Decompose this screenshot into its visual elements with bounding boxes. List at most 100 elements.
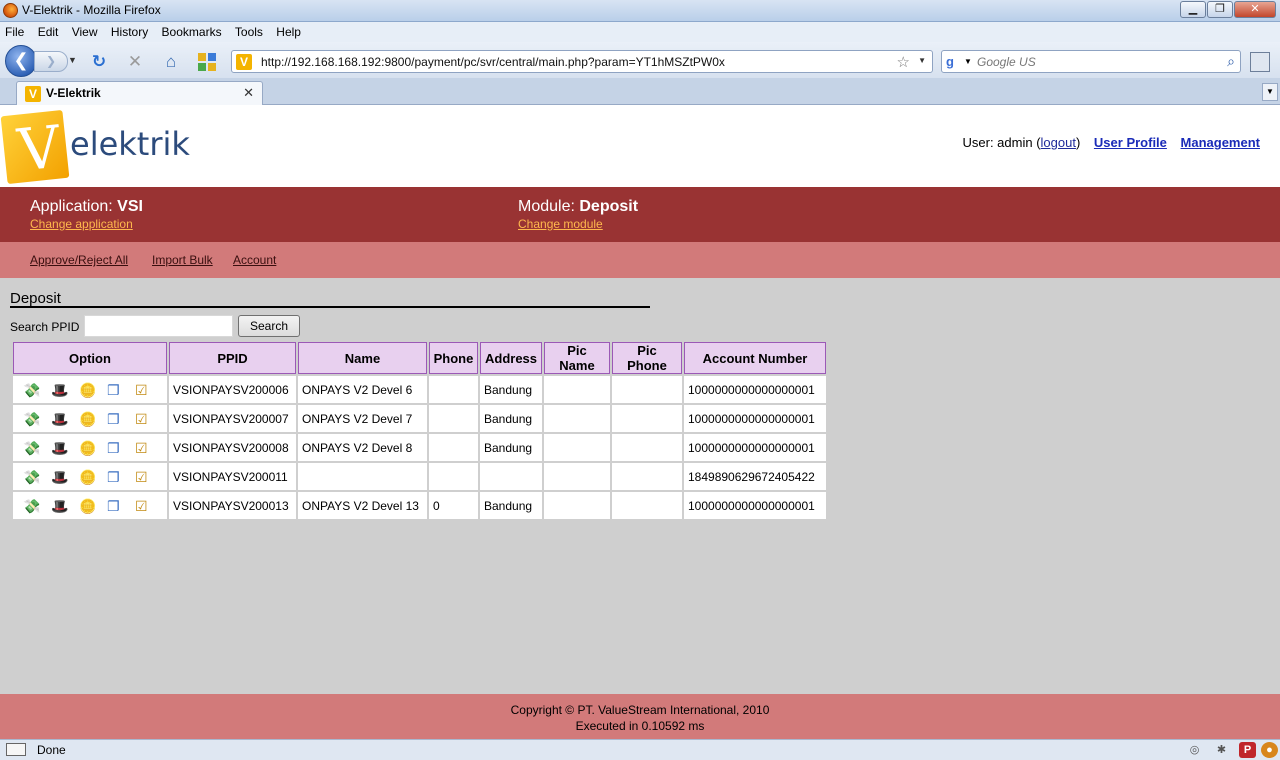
search-button[interactable]: Search: [238, 315, 300, 337]
header-name: Name: [298, 342, 427, 374]
tab-title: V-Elektrik: [46, 86, 101, 100]
history-dropdown-icon[interactable]: ▼: [68, 55, 77, 65]
search-placeholder[interactable]: Google US: [977, 55, 1036, 69]
close-window-button[interactable]: ✕: [1234, 1, 1276, 18]
menu-help[interactable]: Help: [271, 22, 306, 39]
coins-icon[interactable]: 🪙: [79, 497, 107, 515]
reload-icon[interactable]: ↻: [89, 52, 109, 72]
address-bar[interactable]: V http://192.168.168.192:9800/payment/pc…: [231, 50, 933, 73]
menu-tools[interactable]: Tools: [230, 22, 268, 39]
management-link[interactable]: Management: [1181, 135, 1260, 150]
navigation-toolbar: ❮ ❯ ▼ ↻ ✕ ⌂ V http://192.168.168.192:980…: [0, 42, 1280, 78]
table-header-row: Option PPID Name Phone Address Pic Name …: [13, 342, 826, 374]
money-icon[interactable]: 💸: [23, 410, 51, 428]
user-profile-link[interactable]: User Profile: [1094, 135, 1167, 150]
wizard-hat-icon[interactable]: 🎩: [51, 410, 79, 428]
back-icon[interactable]: ❮: [5, 45, 37, 77]
checkbox-icon[interactable]: ☑: [135, 497, 163, 515]
phone-cell: 0: [429, 492, 478, 519]
bookmark-star-icon[interactable]: ☆: [897, 53, 910, 71]
application-info: Application: VSI Change application: [30, 198, 143, 231]
tab-list-icon[interactable]: ▼: [1262, 83, 1278, 101]
copy-icon[interactable]: ❐: [107, 410, 135, 428]
menu-view[interactable]: View: [67, 22, 103, 39]
option-cell: 💸 🎩 🪙 ❐ ☑: [13, 492, 167, 519]
table-row: 💸 🎩 🪙 ❐ ☑ VSIONPAYSV200008 ONPAYS V2 Dev…: [13, 434, 826, 461]
stop-icon[interactable]: ✕: [125, 52, 145, 72]
address-cell: Bandung: [480, 492, 542, 519]
checkbox-icon[interactable]: ☑: [135, 439, 163, 457]
change-application-link[interactable]: Change application: [30, 217, 143, 231]
wizard-hat-icon[interactable]: 🎩: [51, 439, 79, 457]
search-engine-dropdown-icon[interactable]: ▼: [964, 57, 972, 66]
page-footer: Copyright © PT. ValueStream Internationa…: [0, 694, 1280, 739]
coins-icon[interactable]: 🪙: [79, 468, 107, 486]
forward-icon[interactable]: ❯: [34, 51, 68, 72]
checkbox-icon[interactable]: ☑: [135, 468, 163, 486]
checkbox-icon[interactable]: ☑: [135, 381, 163, 399]
money-icon[interactable]: 💸: [23, 497, 51, 515]
name-cell: ONPAYS V2 Devel 8: [298, 434, 427, 461]
checkbox-icon[interactable]: ☑: [135, 410, 163, 428]
copy-icon[interactable]: ❐: [107, 381, 135, 399]
wizard-hat-icon[interactable]: 🎩: [51, 497, 79, 515]
option-cell: 💸 🎩 🪙 ❐ ☑: [13, 434, 167, 461]
name-cell: ONPAYS V2 Devel 7: [298, 405, 427, 432]
address-cell: Bandung: [480, 405, 542, 432]
approve-reject-all-link[interactable]: Approve/Reject All: [30, 253, 128, 267]
money-icon[interactable]: 💸: [23, 381, 51, 399]
tab-close-icon[interactable]: ✕: [243, 85, 254, 101]
coins-icon[interactable]: 🪙: [79, 381, 107, 399]
copyright-text: Copyright © PT. ValueStream Internationa…: [510, 703, 770, 717]
apps-grid-icon[interactable]: [197, 52, 217, 72]
coins-icon[interactable]: 🪙: [79, 439, 107, 457]
menu-history[interactable]: History: [106, 22, 153, 39]
ppid-cell: VSIONPAYSV200008: [169, 434, 296, 461]
coins-icon[interactable]: 🪙: [79, 410, 107, 428]
user-label-end: ): [1075, 135, 1081, 150]
address-cell: Bandung: [480, 434, 542, 461]
menu-edit[interactable]: Edit: [33, 22, 64, 39]
status-page-icon: [6, 743, 26, 756]
header-option: Option: [13, 342, 167, 374]
maximize-button[interactable]: ❐: [1207, 1, 1233, 18]
window-title: V-Elektrik - Mozilla Firefox: [22, 3, 161, 17]
google-icon[interactable]: g: [946, 54, 962, 70]
page-title: Deposit: [10, 290, 650, 308]
money-icon[interactable]: 💸: [23, 439, 51, 457]
logo-letter: V: [14, 112, 64, 185]
application-label: Application:: [30, 198, 113, 215]
minimize-button[interactable]: ▁: [1180, 1, 1206, 18]
import-bulk-link[interactable]: Import Bulk: [152, 253, 213, 267]
search-icon[interactable]: ⌕: [1227, 53, 1235, 70]
logout-link[interactable]: logout: [1041, 135, 1076, 150]
menu-file[interactable]: File: [0, 22, 29, 39]
copy-icon[interactable]: ❐: [107, 439, 135, 457]
wizard-hat-icon[interactable]: 🎩: [51, 468, 79, 486]
menu-bookmarks[interactable]: Bookmarks: [157, 22, 227, 39]
header-ppid: PPID: [169, 342, 296, 374]
money-icon[interactable]: 💸: [23, 468, 51, 486]
account-number-cell: 1000000000000000001: [684, 405, 826, 432]
url-text[interactable]: http://192.168.168.192:9800/payment/pc/s…: [261, 55, 725, 69]
logo-text: elektrik: [70, 125, 190, 163]
url-dropdown-icon[interactable]: ▼: [918, 56, 926, 65]
module-label: Module:: [518, 198, 575, 215]
wizard-hat-icon[interactable]: 🎩: [51, 381, 79, 399]
search-ppid-input[interactable]: [84, 315, 233, 337]
sidebar-toggle-icon[interactable]: [1250, 52, 1270, 72]
copy-icon[interactable]: ❐: [107, 497, 135, 515]
ppid-cell: VSIONPAYSV200011: [169, 463, 296, 490]
table-row: 💸 🎩 🪙 ❐ ☑ VSIONPAYSV200006 ONPAYS V2 Dev…: [13, 376, 826, 403]
home-icon[interactable]: ⌂: [161, 52, 181, 72]
status-text: Done: [37, 743, 66, 757]
account-link[interactable]: Account: [233, 253, 276, 267]
change-module-link[interactable]: Change module: [518, 217, 638, 231]
addon-bug-icon[interactable]: ✱: [1213, 742, 1230, 758]
addon-p-icon[interactable]: P: [1239, 742, 1256, 758]
copy-icon[interactable]: ❐: [107, 468, 135, 486]
tab-v-elektrik[interactable]: V V-Elektrik ✕: [16, 81, 263, 105]
addon-orange-icon[interactable]: ●: [1261, 742, 1278, 758]
addon-mask-icon[interactable]: ◎: [1186, 742, 1203, 758]
search-bar[interactable]: g ▼ Google US ⌕: [941, 50, 1241, 73]
